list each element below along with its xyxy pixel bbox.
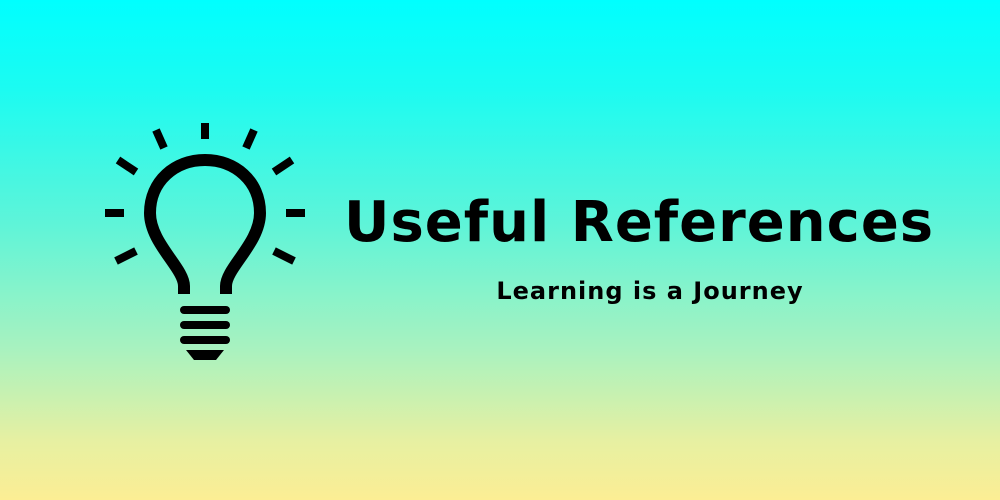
ray-lower-right bbox=[272, 247, 296, 265]
ray-upper-left bbox=[152, 128, 168, 150]
banner-title: Useful References bbox=[344, 190, 935, 255]
bulb-glass bbox=[144, 154, 266, 294]
ray-lower-left bbox=[114, 247, 138, 265]
banner: Useful References Learning is a Journey bbox=[0, 0, 1000, 500]
banner-subtitle: Learning is a Journey bbox=[496, 277, 804, 305]
bulb-base-ring-1 bbox=[180, 306, 230, 314]
ray-upper-right bbox=[242, 128, 258, 150]
ray-mid-right bbox=[271, 156, 295, 176]
bulb-base-ring-3 bbox=[180, 336, 230, 344]
lightbulb-icon bbox=[105, 123, 305, 360]
bulb-base-ring-2 bbox=[180, 321, 230, 329]
bulb-base-tip bbox=[186, 350, 224, 360]
ray-mid-left bbox=[115, 156, 139, 176]
